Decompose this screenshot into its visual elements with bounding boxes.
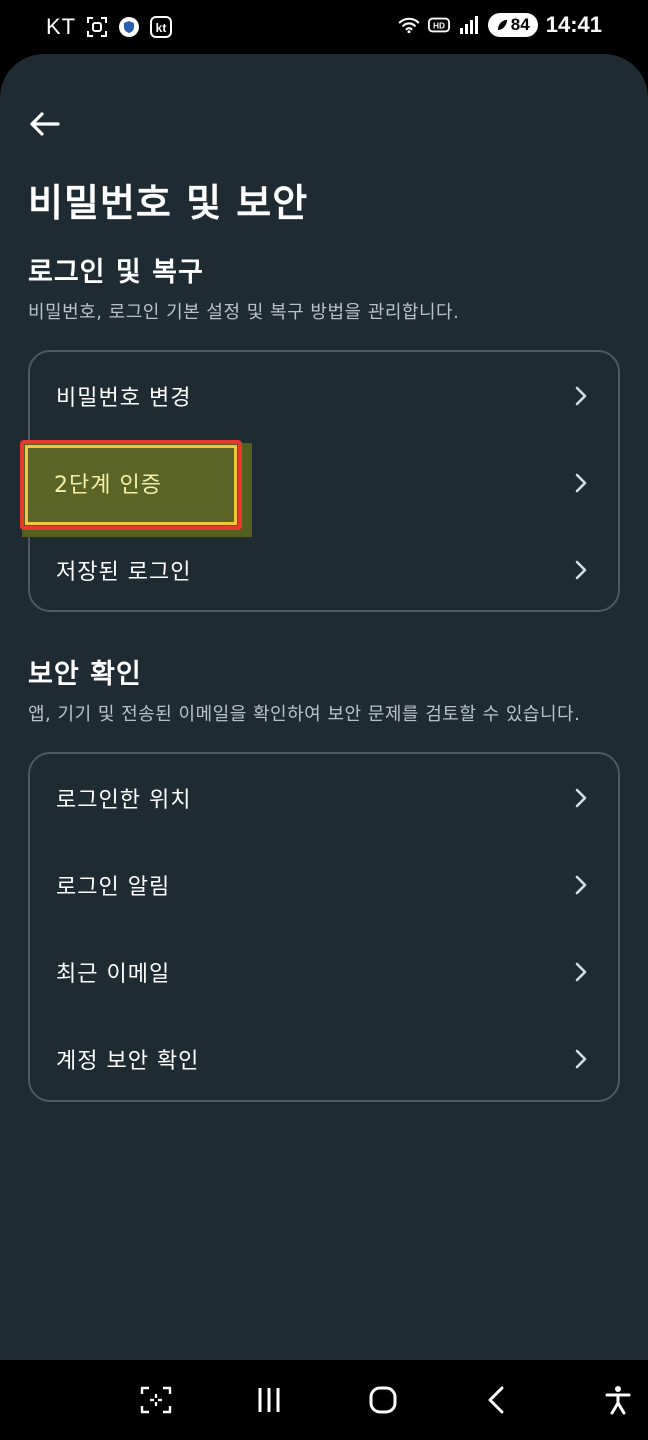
chevron-right-icon bbox=[572, 872, 590, 898]
back-button[interactable] bbox=[22, 102, 66, 146]
battery-leaf-icon bbox=[497, 20, 507, 30]
section-desc-security: 앱, 기기 및 전송된 이메일을 확인하여 보안 문제를 검토할 수 있습니다. bbox=[28, 704, 581, 725]
wifi-icon bbox=[398, 14, 420, 36]
menu-item-login-alerts[interactable]: 로그인 알림 bbox=[30, 841, 618, 929]
chevron-right-icon bbox=[572, 470, 590, 496]
status-bar: KT kt HD 84 14:41 bbox=[0, 0, 648, 56]
battery-indicator: 84 bbox=[487, 13, 538, 37]
menu-item-label: 저장된 로그인 bbox=[56, 560, 192, 585]
section-title-login: 로그인 및 복구 bbox=[28, 257, 204, 288]
capture-button[interactable] bbox=[134, 1380, 178, 1420]
chevron-right-icon bbox=[572, 785, 590, 811]
recent-apps-icon bbox=[258, 1388, 280, 1412]
recent-apps-button[interactable] bbox=[247, 1380, 291, 1420]
chevron-right-icon bbox=[572, 1046, 590, 1072]
menu-item-label: 로그인한 위치 bbox=[56, 788, 192, 813]
capture-icon bbox=[140, 1386, 172, 1414]
security-card: 로그인한 위치 로그인 알림 최근 이메일 계정 보안 확인 bbox=[28, 752, 620, 1102]
accessibility-button[interactable] bbox=[596, 1380, 640, 1420]
chevron-right-icon bbox=[572, 383, 590, 409]
menu-item-label: 계정 보안 확인 bbox=[56, 1049, 200, 1074]
menu-item-saved-logins[interactable]: 저장된 로그인 bbox=[30, 526, 618, 614]
status-right: HD 84 14:41 bbox=[398, 12, 602, 38]
section-title-security: 보안 확인 bbox=[28, 659, 142, 690]
menu-item-change-password[interactable]: 비밀번호 변경 bbox=[30, 352, 618, 440]
chevron-right-icon bbox=[572, 959, 590, 985]
app-screen: 비밀번호 및 보안 로그인 및 복구 비밀번호, 로그인 기본 설정 및 복구 … bbox=[0, 54, 648, 1360]
menu-item-login-locations[interactable]: 로그인한 위치 bbox=[30, 754, 618, 842]
svg-text:kt: kt bbox=[156, 21, 167, 35]
accessibility-icon bbox=[605, 1386, 631, 1415]
page-title: 비밀번호 및 보안 bbox=[28, 181, 309, 225]
menu-item-security-checkup[interactable]: 계정 보안 확인 bbox=[30, 1015, 618, 1103]
back-nav-button[interactable] bbox=[474, 1380, 518, 1420]
section-desc-login: 비밀번호, 로그인 기본 설정 및 복구 방법을 관리합니다. bbox=[28, 302, 460, 323]
kt-icon: kt bbox=[150, 16, 173, 38]
carrier-name: KT bbox=[46, 14, 77, 39]
home-icon bbox=[369, 1386, 397, 1414]
navigation-bar bbox=[0, 1360, 648, 1440]
screen-capture-icon bbox=[86, 16, 108, 38]
shield-icon bbox=[118, 16, 140, 38]
menu-item-recent-emails[interactable]: 최근 이메일 bbox=[30, 928, 618, 1016]
menu-item-label: 최근 이메일 bbox=[56, 962, 171, 987]
menu-item-label: 비밀번호 변경 bbox=[56, 386, 192, 411]
hd-icon: HD bbox=[427, 14, 450, 36]
clock: 14:41 bbox=[545, 12, 602, 37]
back-nav-icon bbox=[488, 1386, 504, 1414]
arrow-left-icon bbox=[30, 112, 60, 136]
signal-icon bbox=[458, 14, 480, 36]
status-left: KT kt bbox=[46, 14, 173, 40]
chevron-right-icon bbox=[572, 557, 590, 583]
menu-item-label: 로그인 알림 bbox=[56, 875, 171, 900]
battery-level: 84 bbox=[510, 15, 530, 34]
two-factor-label: 2단계 인증 bbox=[54, 473, 162, 498]
svg-text:HD: HD bbox=[433, 22, 445, 31]
home-button[interactable] bbox=[361, 1380, 405, 1420]
